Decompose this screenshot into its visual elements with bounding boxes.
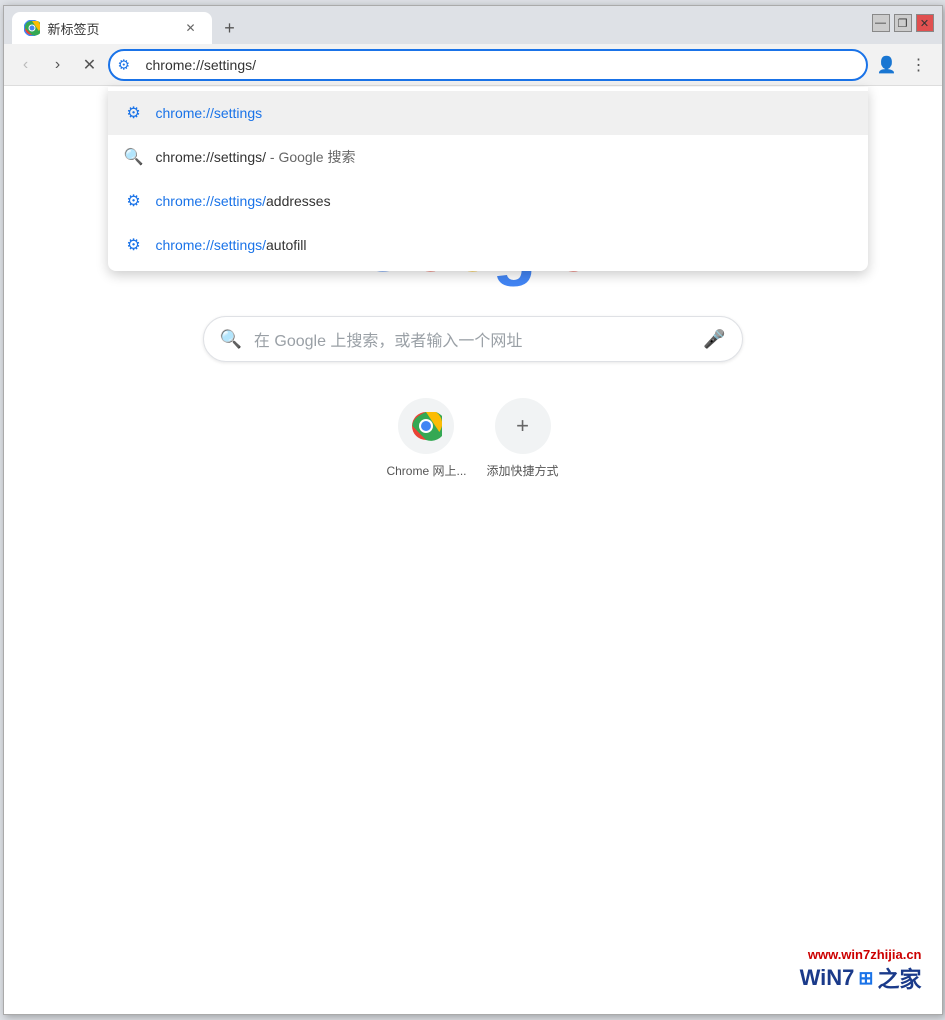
address-input[interactable]	[108, 49, 868, 81]
profile-icon: 👤	[877, 55, 897, 75]
shortcut-chrome-label: Chrome 网上...	[386, 462, 466, 479]
window-controls: — ❐ ✕	[872, 14, 934, 32]
shortcut-add[interactable]: + 添加快捷方式	[487, 398, 559, 479]
tab-title: 新标签页	[48, 19, 174, 38]
settings-icon-4: ⚙	[124, 235, 144, 255]
autocomplete-text-3: chrome://settings/addresses	[156, 193, 331, 209]
watermark: www.win7zhijia.cn WiN7 ⊞ 之家	[800, 947, 922, 994]
shortcut-chrome-icon	[398, 398, 454, 454]
settings-icon-1: ⚙	[124, 103, 144, 123]
new-tab-button[interactable]: +	[216, 14, 244, 42]
tab-close-button[interactable]: ✕	[182, 19, 200, 37]
search-icon: 🔍	[220, 329, 242, 350]
forward-icon: ›	[55, 56, 60, 74]
settings-icon: ⚙	[118, 56, 131, 73]
close-button[interactable]: ✕	[916, 14, 934, 32]
autocomplete-item-2[interactable]: 🔍 chrome://settings/ - Google 搜索	[108, 135, 868, 179]
titlebar: 新标签页 ✕ + — ❐ ✕	[4, 6, 942, 44]
profile-button[interactable]: 👤	[872, 50, 902, 80]
watermark-url-text: www.win7zhijia.cn	[800, 947, 922, 962]
menu-button[interactable]: ⋮	[904, 50, 934, 80]
autocomplete-suffix-4: autofill	[266, 237, 306, 253]
close-icon: ✕	[83, 55, 96, 75]
autocomplete-text-2: chrome://settings/ - Google 搜索	[156, 147, 356, 167]
autocomplete-suffix-3: addresses	[266, 193, 331, 209]
autocomplete-suffix-2: - Google 搜索	[270, 149, 356, 165]
address-bar-container: ⚙ ⚙ chrome://settings 🔍 chrome://setting…	[108, 49, 868, 81]
back-button[interactable]: ‹	[12, 51, 40, 79]
toolbar-actions: 👤 ⋮	[872, 50, 934, 80]
search-placeholder-text: 在 Google 上搜索，或者输入一个网址	[254, 327, 691, 351]
autocomplete-item-3[interactable]: ⚙ chrome://settings/addresses	[108, 179, 868, 223]
chrome-logo-icon	[410, 410, 442, 442]
reload-stop-button[interactable]: ✕	[76, 51, 104, 79]
search-icon-2: 🔍	[124, 147, 144, 167]
menu-icon: ⋮	[911, 55, 927, 75]
autocomplete-item-4[interactable]: ⚙ chrome://settings/autofill	[108, 223, 868, 267]
browser-window: 新标签页 ✕ + — ❐ ✕ ‹ › ✕ ⚙ ⚙	[3, 5, 943, 1015]
watermark-logo: WiN7 ⊞ 之家	[800, 962, 922, 994]
minimize-button[interactable]: —	[872, 14, 890, 32]
google-search-bar[interactable]: 🔍 在 Google 上搜索，或者输入一个网址 🎤	[203, 316, 743, 362]
back-icon: ‹	[23, 56, 28, 74]
autocomplete-text-4: chrome://settings/autofill	[156, 237, 307, 253]
shortcuts-container: Chrome 网上... + 添加快捷方式	[386, 398, 558, 479]
microphone-icon[interactable]: 🎤	[703, 329, 725, 350]
browser-toolbar: ‹ › ✕ ⚙ ⚙ chrome://settings	[4, 44, 942, 86]
shortcut-add-icon: +	[495, 398, 551, 454]
watermark-logo-suffix: 之家	[877, 962, 921, 994]
plus-icon: +	[516, 413, 529, 439]
shortcut-chrome[interactable]: Chrome 网上...	[386, 398, 466, 479]
autocomplete-item-1[interactable]: ⚙ chrome://settings	[108, 91, 868, 135]
autocomplete-highlight-3a: chrome://settings/	[156, 193, 267, 209]
autocomplete-plain-2: chrome://settings/	[156, 149, 267, 165]
autocomplete-text-1: chrome://settings	[156, 105, 263, 121]
shortcut-add-label: 添加快捷方式	[487, 462, 559, 479]
browser-tab[interactable]: 新标签页 ✕	[12, 12, 212, 44]
tab-favicon-icon	[24, 20, 40, 36]
settings-icon-3: ⚙	[124, 191, 144, 211]
forward-button[interactable]: ›	[44, 51, 72, 79]
watermark-logo-text: WiN7	[800, 965, 855, 991]
autocomplete-dropdown: ⚙ chrome://settings 🔍 chrome://settings/…	[108, 87, 868, 271]
restore-button[interactable]: ❐	[894, 14, 912, 32]
autocomplete-highlight-1: chrome://settings	[156, 105, 263, 121]
watermark-windows-icon: ⊞	[858, 968, 873, 989]
autocomplete-highlight-4a: chrome://settings/	[156, 237, 267, 253]
